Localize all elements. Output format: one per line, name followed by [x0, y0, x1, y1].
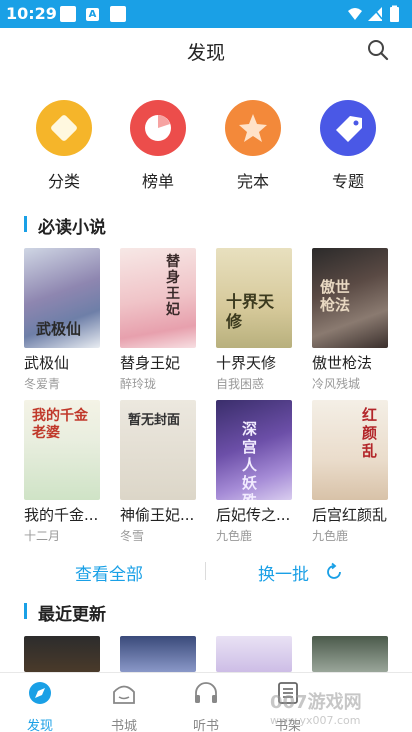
bookstore-icon	[113, 685, 135, 704]
category-item-classify[interactable]: 分类	[24, 100, 104, 192]
recent-book-cover[interactable]	[120, 636, 196, 672]
category-item-ranking[interactable]: 榜单	[118, 100, 198, 192]
ranking-icon	[130, 100, 186, 156]
book-title: 替身王妃	[120, 354, 181, 372]
recent-book-cover[interactable]	[24, 636, 100, 672]
category-shortcuts: 分类 榜单 完本 专题	[0, 100, 412, 200]
section-accent-bar	[24, 603, 27, 619]
book-author: 冬雪	[120, 529, 145, 543]
tab-bookstore[interactable]: 书城	[94, 679, 154, 732]
app-header: 发现	[0, 28, 412, 72]
recent-book-cover[interactable]	[216, 636, 292, 672]
book-card[interactable]: 傲世枪法 傲世枪法 冷风残城	[312, 248, 388, 392]
star-icon	[225, 100, 281, 156]
app-notification-icon: A	[86, 8, 99, 21]
book-author: 醉玲珑	[120, 377, 157, 391]
category-label: 专题	[331, 172, 364, 191]
section-header-must-read: 必读小说	[24, 213, 106, 238]
book-author: 冷风残城	[312, 377, 361, 391]
book-title: 傲世枪法	[312, 354, 373, 372]
category-label: 分类	[47, 172, 80, 191]
cover-title: 我的千金老婆	[32, 408, 88, 441]
book-cover: 我的千金老婆	[24, 400, 100, 500]
book-author: 自我困惑	[216, 377, 265, 391]
watermark: 007游戏网 www.yx007.com	[270, 688, 410, 728]
section-title: 最近更新	[38, 605, 106, 625]
refresh-icon[interactable]	[324, 562, 344, 582]
book-author: 十二月	[24, 529, 61, 543]
cover-image	[312, 636, 388, 672]
book-title: 神偷王妃...	[120, 506, 195, 524]
section-accent-bar	[24, 216, 27, 232]
tab-label: 发现	[26, 719, 53, 732]
book-title: 十界天修	[216, 354, 277, 372]
book-cover: 深宫人妖殊	[216, 400, 292, 500]
book-card[interactable]: 红颜乱 后宫红颜乱 九色鹿	[312, 400, 388, 544]
cover-image	[24, 636, 100, 672]
book-title: 后宫红颜乱	[312, 506, 388, 524]
category-label: 完本	[236, 172, 269, 191]
book-cover: 暂无封面	[120, 400, 196, 500]
search-icon[interactable]	[366, 38, 390, 62]
book-title: 后妃传之...	[216, 506, 291, 524]
tab-label: 书城	[110, 719, 137, 732]
book-card[interactable]: 替身王妃 替身王妃 醉玲珑	[120, 248, 196, 392]
tab-audiobook[interactable]: 听书	[176, 679, 236, 732]
tag-icon	[320, 100, 376, 156]
view-all-button[interactable]: 查看全部	[75, 560, 143, 585]
divider	[205, 562, 206, 580]
cover-title: 红颜乱	[362, 406, 378, 460]
cover-title: 傲世枪法	[320, 278, 351, 314]
book-card[interactable]: 深宫人妖殊 后妃传之... 九色鹿	[216, 400, 292, 544]
refresh-batch-button[interactable]: 换一批	[258, 560, 309, 585]
book-cover: 傲世枪法	[312, 248, 388, 348]
tab-label: 听书	[192, 719, 219, 732]
watermark-text: 007游戏网	[270, 692, 362, 713]
book-title: 我的千金...	[24, 506, 99, 524]
cover-image	[120, 636, 196, 672]
book-card[interactable]: 十界天修 十界天修 自我困惑	[216, 248, 292, 392]
book-title: 武极仙	[24, 354, 70, 372]
cover-title: 十界天修	[226, 292, 275, 331]
cover-title: 暂无封面	[128, 413, 181, 428]
compass-icon	[29, 682, 51, 704]
book-card[interactable]: 武极仙 武极仙 冬爱青	[24, 248, 100, 392]
book-cover: 替身王妃	[120, 248, 196, 348]
category-icon	[36, 100, 92, 156]
section-header-recent: 最近更新	[24, 600, 106, 625]
book-author: 冬爱青	[24, 377, 61, 391]
category-item-topics[interactable]: 专题	[308, 100, 388, 192]
signal-battery-icon	[348, 5, 399, 22]
notification-icon-2	[110, 6, 126, 22]
cover-title: 武极仙	[36, 320, 82, 338]
book-author: 九色鹿	[216, 529, 253, 543]
cover-image	[216, 636, 292, 672]
recent-book-cover[interactable]	[312, 636, 388, 672]
category-item-completed[interactable]: 完本	[213, 100, 293, 192]
cover-title: 深宫人妖殊	[242, 420, 258, 500]
watermark-url: www.yx007.com	[270, 714, 361, 727]
book-author: 九色鹿	[312, 529, 349, 543]
book-card[interactable]: 我的千金老婆 我的千金... 十二月	[24, 400, 100, 544]
section-title: 必读小说	[38, 218, 106, 238]
book-cover: 红颜乱	[312, 400, 388, 500]
cover-title: 替身王妃	[166, 254, 180, 318]
notification-icon	[60, 6, 76, 22]
status-bar: 10:29 A	[0, 0, 412, 28]
book-cover: 武极仙	[24, 248, 100, 348]
headphones-icon	[195, 682, 217, 703]
section-actions: 查看全部 换一批	[0, 558, 412, 586]
page-title: 发现	[186, 42, 225, 64]
book-card[interactable]: 暂无封面 神偷王妃... 冬雪	[120, 400, 196, 544]
category-label: 榜单	[141, 172, 174, 191]
book-cover: 十界天修	[216, 248, 292, 348]
tab-discover[interactable]: 发现	[10, 679, 70, 732]
status-time: 10:29	[6, 4, 57, 23]
